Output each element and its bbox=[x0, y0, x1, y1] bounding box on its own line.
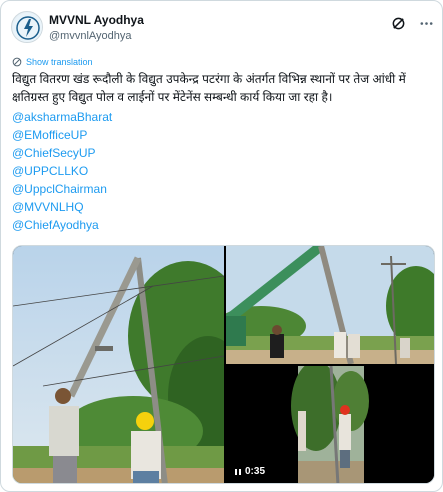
avatar[interactable] bbox=[11, 11, 43, 43]
mvvnl-logo-icon bbox=[13, 13, 42, 42]
pole-repair-photo bbox=[13, 246, 224, 483]
tweet-card: MVVNL Ayodhya @mvvnlAyodhya Show transla… bbox=[0, 0, 443, 492]
header-actions bbox=[390, 15, 434, 31]
mention-link[interactable]: @UPPCLLKO bbox=[12, 162, 112, 180]
mention-link[interactable]: @ChiefAyodhya bbox=[12, 216, 112, 234]
account-names: MVVNL Ayodhya @mvvnlAyodhya bbox=[49, 13, 144, 44]
mention-link[interactable]: @EMofficeUP bbox=[12, 126, 112, 144]
grok-icon[interactable] bbox=[390, 15, 406, 31]
mention-link[interactable]: @ChiefSecyUP bbox=[12, 144, 112, 162]
show-translation-label[interactable]: Show translation bbox=[26, 57, 93, 67]
mention-link[interactable]: @MVVNLHQ bbox=[12, 198, 112, 216]
media-photo-1[interactable] bbox=[13, 246, 224, 483]
media-grid: 0:35 bbox=[12, 245, 435, 484]
play-icon bbox=[235, 468, 241, 475]
display-name[interactable]: MVVNL Ayodhya bbox=[49, 13, 144, 28]
media-video[interactable]: 0:35 bbox=[226, 366, 434, 483]
media-photo-2[interactable] bbox=[226, 246, 434, 364]
globe-icon bbox=[12, 57, 22, 67]
mention-list: @aksharmaBharat @EMofficeUP @ChiefSecyUP… bbox=[12, 108, 112, 234]
tweet-header: MVVNL Ayodhya @mvvnlAyodhya bbox=[11, 11, 434, 47]
video-duration: 0:35 bbox=[234, 466, 265, 477]
handle[interactable]: @mvvnlAyodhya bbox=[49, 29, 144, 44]
tweet-text: विद्युत वितरण खंड रूदौली के विद्युत उपके… bbox=[12, 72, 406, 104]
show-translation-link[interactable]: Show translation bbox=[12, 57, 93, 67]
video-duration-label: 0:35 bbox=[245, 466, 266, 477]
crane-photo bbox=[226, 246, 434, 364]
mention-link[interactable]: @UppclChairman bbox=[12, 180, 112, 198]
more-icon[interactable] bbox=[418, 15, 434, 31]
mention-link[interactable]: @aksharmaBharat bbox=[12, 108, 112, 126]
